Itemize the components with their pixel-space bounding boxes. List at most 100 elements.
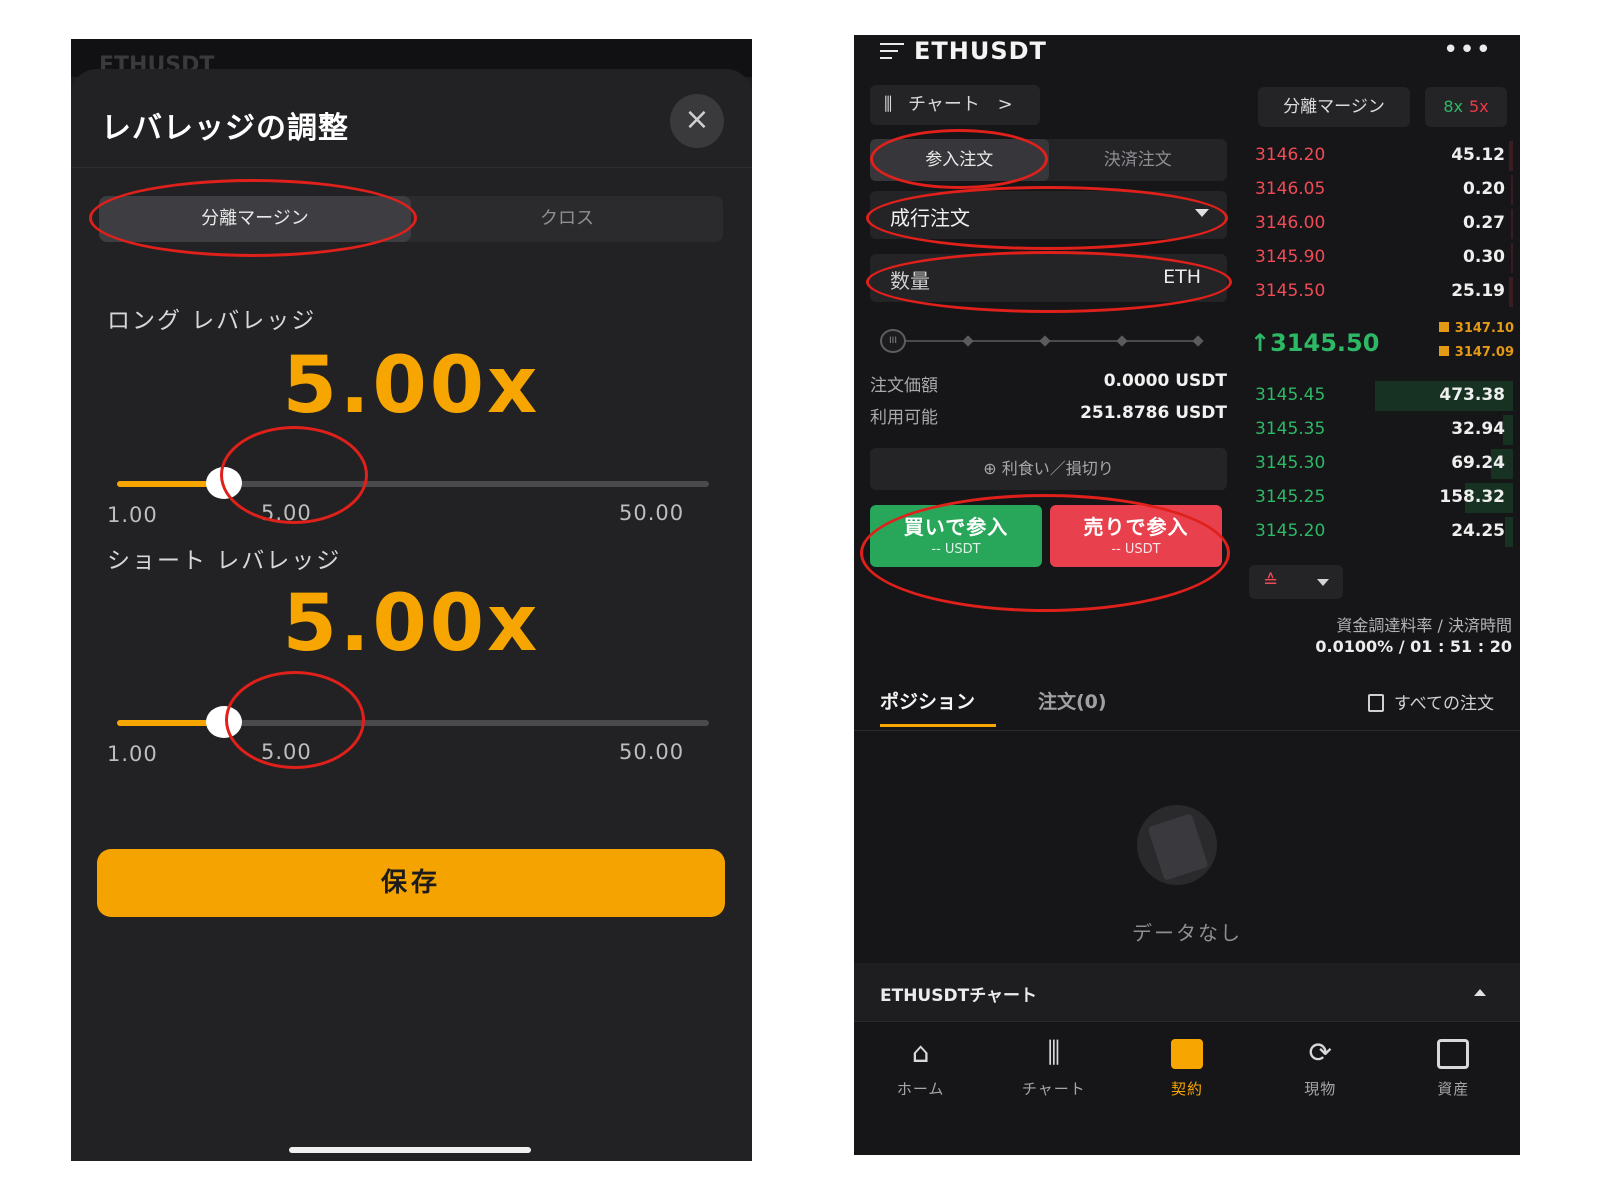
bid-row[interactable]: 3145.30 69.24 xyxy=(1249,449,1513,479)
bid-qty: 69.24 xyxy=(1451,453,1505,473)
menu-icon[interactable] xyxy=(880,43,904,59)
long-leverage-value: 5.00x xyxy=(282,341,541,431)
short-leverage: 5x xyxy=(1469,97,1489,116)
nav-label: 現物 xyxy=(1304,1080,1337,1098)
tp-sl-button[interactable]: ⊕ 利食い／損切り xyxy=(870,448,1227,490)
depth-bar xyxy=(1509,141,1513,171)
long-min-label: 1.00 xyxy=(107,503,158,527)
margin-mode-toggle: 分離マージン クロス xyxy=(99,196,723,242)
slider-step[interactable] xyxy=(1116,335,1128,347)
ask-row[interactable]: 3145.90 0.30 xyxy=(1249,243,1513,273)
nav-spot[interactable]: ⟳ 現物 xyxy=(1254,1022,1387,1155)
ask-price: 3145.90 xyxy=(1255,247,1326,267)
bid-qty: 32.94 xyxy=(1451,419,1505,439)
cross-margin-tab[interactable]: クロス xyxy=(411,196,723,242)
chevron-down-icon xyxy=(1195,209,1209,217)
ask-qty: 0.27 xyxy=(1463,213,1505,233)
chart-button[interactable]: ⫼ チャート > xyxy=(870,85,1040,125)
ask-row[interactable]: 3146.00 0.27 xyxy=(1249,209,1513,239)
position-tabs: ポジション 注文(0) すべての注文 xyxy=(854,675,1520,731)
leverage-button[interactable]: 8x 5x xyxy=(1425,87,1507,127)
isolated-margin-tab[interactable]: 分離マージン xyxy=(99,196,411,242)
nav-assets[interactable]: 資産 xyxy=(1387,1022,1520,1155)
trading-screen: ETHUSDT ••• ⫼ チャート > 分離マージン 8x 5x 参入注文 決済… xyxy=(854,35,1520,1155)
depth-bar xyxy=(1511,175,1513,205)
ask-row[interactable]: 3146.05 0.20 xyxy=(1249,175,1513,205)
quantity-percent-slider[interactable]: III xyxy=(880,329,1204,353)
nav-home[interactable]: ⌂ ホーム xyxy=(854,1022,987,1155)
tab-open-order[interactable]: 参入注文 xyxy=(870,139,1049,181)
quantity-input[interactable]: 数量 ETH xyxy=(870,254,1227,302)
order-value-label: 注文価額 xyxy=(870,376,938,396)
ask-price: 3146.05 xyxy=(1255,179,1326,199)
short-max-label: 50.00 xyxy=(619,740,685,764)
index-price-row: 3147.09 xyxy=(1438,345,1514,360)
sell-button[interactable]: 売りで参入 -- USDT xyxy=(1050,505,1222,567)
slider-step[interactable] xyxy=(1039,335,1051,347)
slider-handle[interactable]: III xyxy=(880,329,906,353)
home-indicator xyxy=(289,1147,531,1153)
slider-step[interactable] xyxy=(1192,335,1204,347)
bookmark-icon xyxy=(1438,346,1449,356)
margin-mode-button[interactable]: 分離マージン xyxy=(1258,87,1410,127)
paper-icon xyxy=(1147,813,1209,881)
bid-qty: 158.32 xyxy=(1439,487,1505,507)
bottom-nav: ⌂ ホーム ⫼ チャート 契約 ⟳ 現物 資産 xyxy=(854,1021,1520,1155)
depth-bar xyxy=(1511,209,1513,239)
order-value: 0.0000 USDT xyxy=(1103,371,1227,391)
bid-row[interactable]: 3145.45 473.38 xyxy=(1249,381,1513,411)
all-orders-link[interactable]: すべての注文 xyxy=(1367,689,1494,714)
short-leverage-label: ショート レバレッジ xyxy=(107,548,342,574)
top-bar: ETHUSDT ••• xyxy=(854,35,1520,81)
ask-price: 3146.20 xyxy=(1255,145,1326,165)
empty-state-icon xyxy=(1137,805,1217,885)
depth-bar xyxy=(1505,517,1513,547)
more-icon[interactable]: ••• xyxy=(1443,35,1492,65)
tab-orders[interactable]: 注文(0) xyxy=(1038,687,1107,714)
bid-price: 3145.30 xyxy=(1255,453,1326,473)
short-leverage-slider[interactable] xyxy=(117,706,709,738)
orderbook-view-toggle[interactable]: ≙ xyxy=(1249,565,1343,599)
index-price: 3147.09 xyxy=(1454,345,1514,360)
bid-row[interactable]: 3145.25 158.32 xyxy=(1249,483,1513,513)
buy-label: 買いで参入 xyxy=(903,515,1009,539)
bid-row[interactable]: 3145.20 24.25 xyxy=(1249,517,1513,547)
slider-step[interactable] xyxy=(962,335,974,347)
bid-price: 3145.25 xyxy=(1255,487,1326,507)
quantity-placeholder: 数量 xyxy=(890,269,930,293)
chart-drawer[interactable]: ETHUSDTチャート xyxy=(854,963,1520,1021)
tab-positions[interactable]: ポジション xyxy=(880,687,975,714)
slider-thumb[interactable] xyxy=(206,467,243,499)
order-type-select[interactable]: 成行注文 xyxy=(870,191,1227,239)
nav-chart[interactable]: ⫼ チャート xyxy=(987,1022,1120,1155)
slider-thumb[interactable] xyxy=(206,706,243,738)
chevron-up-icon xyxy=(1474,989,1486,996)
long-leverage-slider[interactable] xyxy=(117,467,709,499)
bid-price: 3145.45 xyxy=(1255,385,1326,405)
nav-contract[interactable]: 契約 xyxy=(1120,1022,1253,1155)
bid-row[interactable]: 3145.35 32.94 xyxy=(1249,415,1513,445)
mark-price: 3147.10 xyxy=(1454,321,1514,336)
mark-price-row: 3147.10 xyxy=(1438,321,1514,336)
tab-close-order[interactable]: 決済注文 xyxy=(1049,139,1228,181)
long-current-label: 5.00 xyxy=(261,501,312,525)
sell-amount: -- USDT xyxy=(1111,542,1161,557)
chart-button-label: チャート xyxy=(908,94,980,115)
ask-row[interactable]: 3146.20 45.12 xyxy=(1249,141,1513,171)
depth-bar xyxy=(1511,243,1513,273)
quantity-unit: ETH xyxy=(1163,266,1201,288)
flag-icon xyxy=(1438,322,1449,332)
pair-title[interactable]: ETHUSDT xyxy=(914,37,1047,65)
all-orders-label: すべての注文 xyxy=(1393,694,1494,714)
short-leverage-value: 5.00x xyxy=(282,579,541,669)
short-min-label: 1.00 xyxy=(107,742,158,766)
bid-qty: 24.25 xyxy=(1451,521,1505,541)
long-leverage-label: ロング レバレッジ xyxy=(107,308,317,334)
candlestick-icon: ⫼ xyxy=(1047,1036,1061,1069)
close-button[interactable]: × xyxy=(670,94,724,148)
nav-label: ホーム xyxy=(896,1080,945,1098)
buy-button[interactable]: 買いで参入 -- USDT xyxy=(870,505,1042,567)
save-button[interactable]: 保存 xyxy=(97,849,725,917)
ask-row[interactable]: 3145.50 25.19 xyxy=(1249,277,1513,307)
depth-bar xyxy=(1509,277,1513,307)
